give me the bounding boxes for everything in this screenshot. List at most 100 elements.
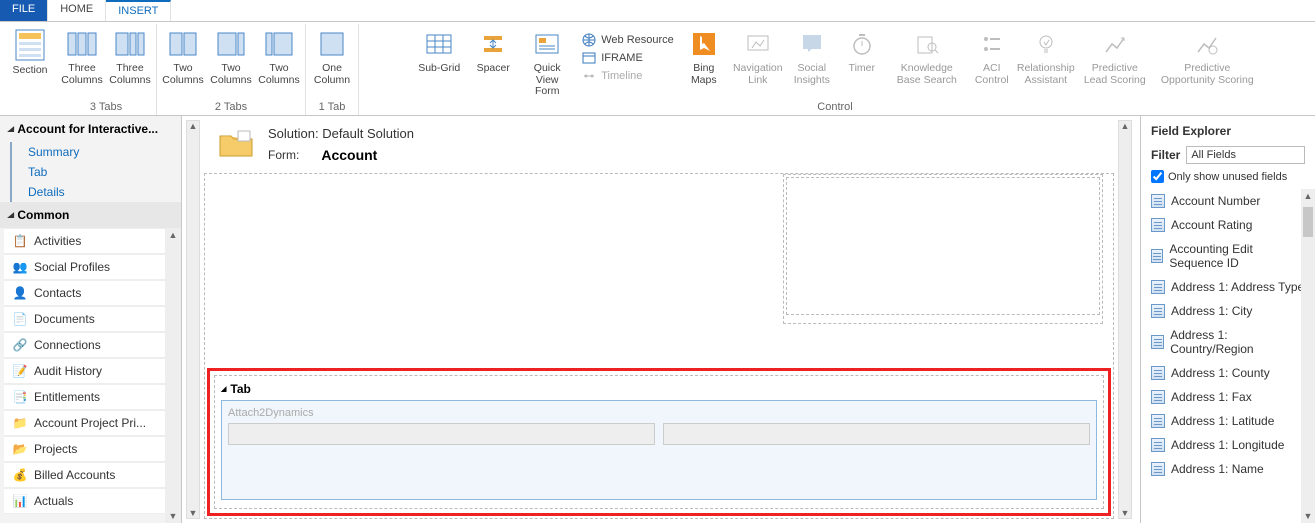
field-address1-county[interactable]: Address 1: County	[1141, 361, 1315, 385]
social-insights-button[interactable]: Social Insights	[792, 28, 832, 86]
nav-common-header[interactable]: Common	[0, 202, 181, 228]
common-contacts[interactable]: 👤Contacts	[4, 280, 177, 306]
section-button[interactable]: Section	[10, 28, 50, 77]
field-address1-fax[interactable]: Address 1: Fax	[1141, 385, 1315, 409]
navigation-link-button[interactable]: Navigation Link	[734, 28, 782, 86]
project-pri-icon: 📁	[12, 415, 28, 431]
relationship-assistant-label: Relationship Assistant	[1017, 63, 1075, 86]
timeline-button[interactable]: Timeline	[581, 68, 642, 84]
scroll-down-icon[interactable]: ▼	[167, 509, 180, 523]
common-activities[interactable]: 📋Activities	[4, 228, 177, 254]
section-label: Section	[12, 65, 47, 77]
predictive-lead-button[interactable]: Predictive Lead Scoring	[1080, 28, 1150, 86]
field-address1-city[interactable]: Address 1: City	[1141, 299, 1315, 323]
field-label: Address 1: Fax	[1171, 390, 1252, 404]
scroll-thumb[interactable]	[1303, 207, 1313, 237]
predictive-opportunity-button[interactable]: Predictive Opportunity Scoring	[1160, 28, 1255, 86]
iframe-button[interactable]: IFRAME	[581, 50, 643, 66]
web-resource-button[interactable]: Web Resource	[581, 32, 674, 48]
scroll-down-icon[interactable]: ▼	[1121, 508, 1130, 518]
field-account-number[interactable]: Account Number	[1141, 189, 1315, 213]
scroll-up-icon[interactable]: ▲	[1121, 121, 1130, 131]
field-address1-longitude[interactable]: Address 1: Longitude	[1141, 433, 1315, 457]
common-audit-history[interactable]: 📝Audit History	[4, 358, 177, 384]
three-columns-2-button[interactable]: Three Columns	[110, 28, 150, 86]
tab-home[interactable]: HOME	[48, 0, 106, 21]
field-address1-latitude[interactable]: Address 1: Latitude	[1141, 409, 1315, 433]
canvas-right-scrollbar[interactable]: ▲▼	[1118, 120, 1132, 519]
two-columns-3-button[interactable]: Two Columns	[259, 28, 299, 86]
common-item-label: Documents	[34, 312, 95, 326]
unused-fields-checkbox[interactable]	[1151, 170, 1164, 183]
nav-details[interactable]: Details	[10, 182, 181, 202]
bulb-icon	[1030, 28, 1062, 60]
scroll-down-icon[interactable]: ▼	[189, 508, 198, 518]
field-cell-2[interactable]	[663, 423, 1090, 445]
spacer-button[interactable]: Spacer	[473, 28, 513, 75]
timeline-label: Timeline	[601, 70, 642, 82]
scroll-up-icon[interactable]: ▲	[167, 228, 180, 242]
scroll-down-icon[interactable]: ▼	[1302, 509, 1315, 523]
three-columns-1-button[interactable]: Three Columns	[62, 28, 102, 86]
relationship-assistant-button[interactable]: Relationship Assistant	[1022, 28, 1070, 86]
form-label: Form:	[268, 148, 299, 162]
timer-button[interactable]: Timer	[842, 28, 882, 75]
tab-container[interactable]: Tab Attach2Dynamics	[214, 375, 1104, 509]
highlighted-tab-wrapper: Tab Attach2Dynamics	[207, 368, 1111, 516]
common-list: 📋Activities 👥Social Profiles 👤Contacts 📄…	[0, 228, 181, 523]
explorer-scrollbar[interactable]: ▲ ▼	[1301, 189, 1315, 523]
field-accounting-edit-sequence[interactable]: Accounting Edit Sequence ID	[1141, 237, 1315, 275]
common-documents[interactable]: 📄Documents	[4, 306, 177, 332]
actuals-icon: 📊	[12, 493, 28, 509]
one-column-button[interactable]: One Column	[312, 28, 352, 86]
two-columns-1-button[interactable]: Two Columns	[163, 28, 203, 86]
canvas-left-scrollbar[interactable]: ▲▼	[186, 120, 200, 519]
field-label: Address 1: Country/Region	[1170, 328, 1305, 356]
iframe-icon	[581, 50, 597, 66]
filter-select[interactable]: All Fields	[1186, 146, 1305, 164]
left-scrollbar[interactable]: ▲▼	[165, 228, 181, 523]
nav-summary[interactable]: Summary	[10, 142, 181, 162]
field-icon	[1151, 462, 1165, 476]
quick-view-button[interactable]: Quick View Form	[523, 28, 571, 98]
web-resource-label: Web Resource	[601, 34, 674, 46]
tab-insert[interactable]: INSERT	[106, 0, 171, 21]
common-social-profiles[interactable]: 👥Social Profiles	[4, 254, 177, 280]
common-connections[interactable]: 🔗Connections	[4, 332, 177, 358]
nav-tab[interactable]: Tab	[10, 162, 181, 182]
nav-account-header[interactable]: Account for Interactive...	[0, 116, 181, 142]
scroll-up-icon[interactable]: ▲	[189, 121, 198, 131]
common-actuals[interactable]: 📊Actuals	[4, 488, 177, 514]
field-icon	[1151, 366, 1165, 380]
subgrid-label: Sub-Grid	[418, 63, 460, 75]
common-account-project[interactable]: 📁Account Project Pri...	[4, 410, 177, 436]
common-item-label: Projects	[34, 442, 77, 456]
bing-maps-button[interactable]: Bing Maps	[684, 28, 724, 86]
form-header: Solution: Default Solution Form: Account	[204, 120, 1114, 169]
tab-section[interactable]: Attach2Dynamics	[221, 400, 1097, 500]
existing-section[interactable]	[783, 174, 1103, 324]
field-account-rating[interactable]: Account Rating	[1141, 213, 1315, 237]
field-address1-type[interactable]: Address 1: Address Type	[1141, 275, 1315, 299]
common-projects[interactable]: 📂Projects	[4, 436, 177, 462]
aci-control-button[interactable]: ACI Control	[972, 28, 1012, 86]
scroll-up-icon[interactable]: ▲	[1302, 189, 1315, 203]
tab-title[interactable]: Tab	[221, 382, 1097, 396]
two-columns-3-label: Two Columns	[258, 63, 299, 86]
field-icon	[1151, 218, 1165, 232]
explorer-title: Field Explorer	[1141, 116, 1315, 146]
group-control-label: Control	[817, 101, 852, 113]
contacts-icon: 👤	[12, 285, 28, 301]
common-billed-accounts[interactable]: 💰Billed Accounts	[4, 462, 177, 488]
field-cell-1[interactable]	[228, 423, 655, 445]
two-columns-2-button[interactable]: Two Columns	[211, 28, 251, 86]
tab-file[interactable]: FILE	[0, 0, 48, 21]
subgrid-button[interactable]: Sub-Grid	[415, 28, 463, 75]
field-address1-name[interactable]: Address 1: Name	[1141, 457, 1315, 481]
canvas-area[interactable]: Tab Attach2Dynamics	[204, 173, 1114, 519]
kb-search-button[interactable]: Knowledge Base Search	[892, 28, 962, 86]
field-icon	[1151, 390, 1165, 404]
common-entitlements[interactable]: 📑Entitlements	[4, 384, 177, 410]
field-address1-country[interactable]: Address 1: Country/Region	[1141, 323, 1315, 361]
field-label: Address 1: County	[1171, 366, 1270, 380]
